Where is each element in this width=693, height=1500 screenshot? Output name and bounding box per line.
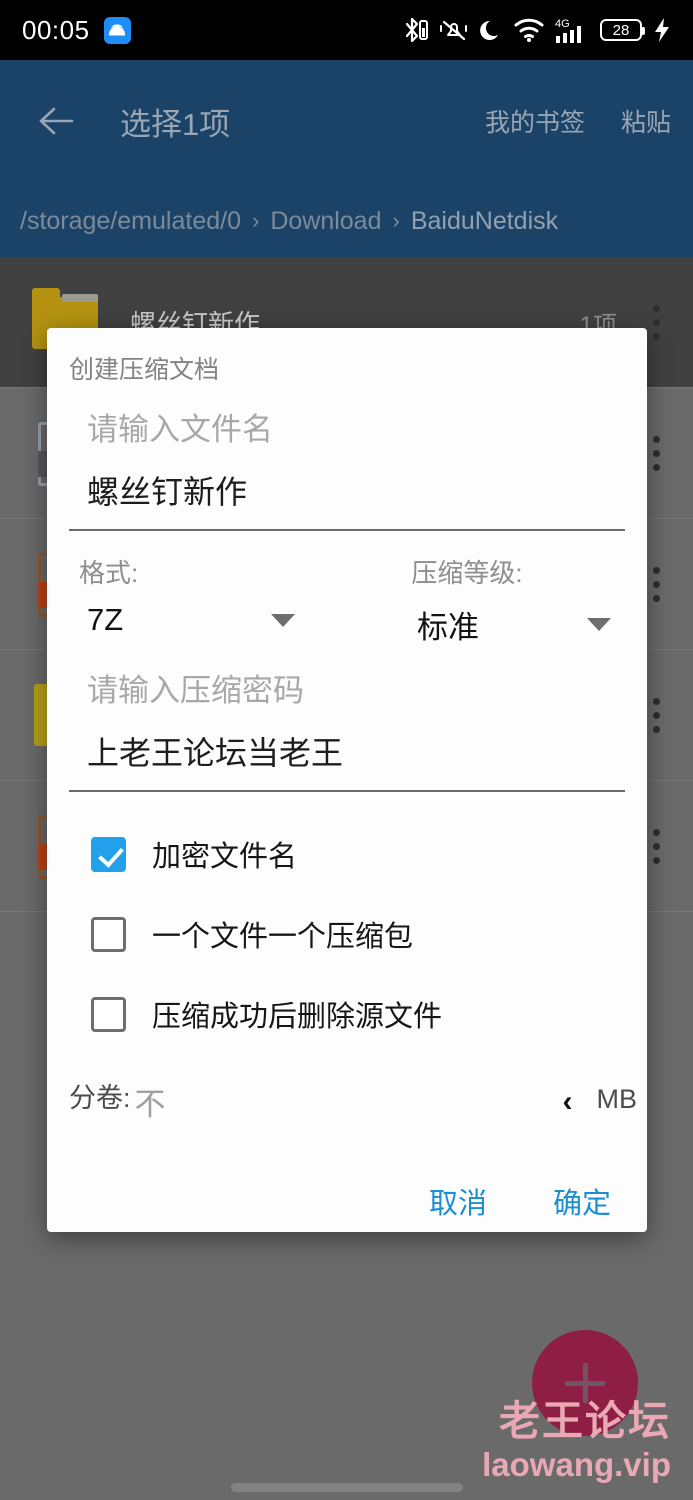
password-underline <box>69 790 625 792</box>
options-checkbox-list: 加密文件名 一个文件一个压缩包 压缩成功后删除源文件 <box>47 814 647 1054</box>
app-header: 选择1项 我的书签 粘贴 /storage/emulated/0 › Downl… <box>0 60 693 257</box>
signal-4g-icon: 4G <box>555 16 589 44</box>
split-volume-label: 分卷: <box>69 1083 131 1113</box>
chevron-down-icon <box>587 618 611 631</box>
password-placeholder: 请输入压缩密码 <box>87 673 304 708</box>
back-arrow-icon[interactable] <box>34 98 80 144</box>
checkbox-label: 压缩成功后删除源文件 <box>152 1001 443 1033</box>
checkbox-one-archive-per-file[interactable] <box>91 916 126 952</box>
vibrate-off-icon <box>440 17 468 43</box>
page-title: 选择1项 <box>120 106 231 142</box>
filename-field-block: 请输入文件名 螺丝钉新作 <box>47 404 647 531</box>
confirm-button[interactable]: 确定 <box>547 1170 617 1232</box>
checkbox-encrypt-filenames[interactable] <box>91 836 126 872</box>
breadcrumb-segment-download[interactable]: Download <box>270 207 381 236</box>
password-field-block: 请输入压缩密码 上老王论坛当老王 <box>47 665 647 792</box>
checkbox-label: 加密文件名 <box>152 841 298 873</box>
split-volume-row: 分卷: 不 ‹ MB <box>47 1076 647 1124</box>
status-bar-clock: 00:05 <box>22 14 90 45</box>
breadcrumb-separator-icon: › <box>251 208 260 233</box>
android-icon <box>103 16 131 44</box>
breadcrumb: /storage/emulated/0 › Download › BaiduNe… <box>0 185 693 257</box>
add-fab-button[interactable] <box>532 1330 638 1436</box>
svg-text:4G: 4G <box>555 18 570 30</box>
filename-underline <box>69 529 625 531</box>
checkbox-row-one-archive-per-file[interactable]: 一个文件一个压缩包 <box>69 894 625 974</box>
cancel-button[interactable]: 取消 <box>423 1170 493 1232</box>
format-value: 7Z <box>87 602 124 637</box>
checkbox-label: 一个文件一个压缩包 <box>152 921 414 953</box>
format-label: 格式: <box>79 558 139 588</box>
split-volume-placeholder: 不 <box>134 1087 166 1122</box>
phone-screen: 螺丝钉新作 1项 选择1项 我的书签 粘贴 /storage/emulated/… <box>0 0 693 1500</box>
checkbox-row-delete-source-after[interactable]: 压缩成功后删除源文件 <box>69 974 625 1054</box>
split-volume-unit: MB <box>596 1084 638 1114</box>
plus-icon <box>565 1363 605 1403</box>
chevron-left-icon[interactable]: ‹ <box>563 1085 583 1119</box>
checkbox-delete-source-after[interactable] <box>91 996 126 1032</box>
format-level-row: 格式: 7Z 压缩等级: 标准 <box>47 553 647 647</box>
dialog-actions: 取消 确定 <box>47 1170 647 1232</box>
wifi-icon <box>514 17 544 43</box>
compression-level-select[interactable]: 压缩等级: 标准 <box>309 553 625 647</box>
filename-input[interactable]: 螺丝钉新作 <box>69 467 625 513</box>
my-bookmarks-button[interactable]: 我的书签 <box>485 103 585 139</box>
breadcrumb-segment-storage[interactable]: /storage/emulated/0 <box>20 207 241 236</box>
gesture-nav-pill[interactable] <box>230 1483 463 1492</box>
create-archive-dialog: 创建压缩文档 请输入文件名 螺丝钉新作 格式: 7Z 压缩等级: 标准 请输入压… <box>47 328 647 1232</box>
do-not-disturb-moon-icon <box>479 17 503 43</box>
breadcrumb-segment-baidunetdisk[interactable]: BaiduNetdisk <box>411 207 558 236</box>
paste-button[interactable]: 粘贴 <box>621 103 671 139</box>
filename-placeholder: 请输入文件名 <box>87 412 273 447</box>
header-toolbar: 选择1项 我的书签 粘贴 <box>0 60 693 182</box>
status-bar: 00:05 4G 28 <box>0 0 693 60</box>
bluetooth-icon <box>403 16 429 44</box>
battery-level: 28 <box>600 19 645 41</box>
compression-level-value: 标准 <box>417 610 479 645</box>
chevron-down-icon <box>271 613 295 627</box>
format-select[interactable]: 格式: 7Z <box>69 553 309 647</box>
split-volume-field[interactable]: 不 ‹ <box>135 1079 583 1124</box>
charging-bolt-icon <box>653 17 671 43</box>
dialog-title: 创建压缩文档 <box>69 356 220 384</box>
password-input[interactable]: 上老王论坛当老王 <box>69 728 625 774</box>
battery-indicator: 28 <box>600 19 645 41</box>
checkbox-row-encrypt-filenames[interactable]: 加密文件名 <box>69 814 625 894</box>
breadcrumb-separator-icon: › <box>392 208 400 233</box>
compression-level-label: 压缩等级: <box>411 558 523 588</box>
